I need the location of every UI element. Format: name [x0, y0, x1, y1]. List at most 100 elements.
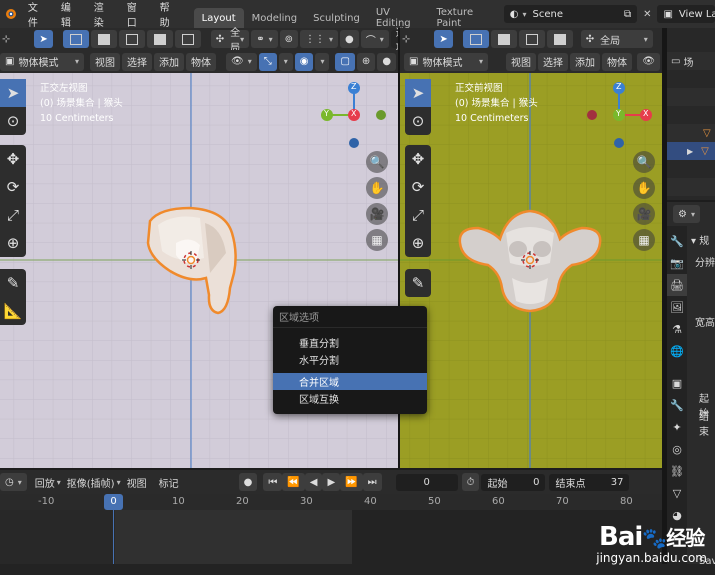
outliner-row[interactable]: ▭ 场	[667, 52, 715, 70]
measure-tool-icon[interactable]: 📐	[0, 297, 26, 325]
proportional-edit-toggle[interactable]: ●	[340, 30, 359, 48]
menu-object[interactable]: 物体	[602, 52, 632, 71]
menu-item-swap-areas[interactable]: 区域互换	[273, 390, 427, 407]
data-tab-icon[interactable]: ▽	[667, 482, 687, 504]
close-scene-icon[interactable]: ✕	[643, 9, 651, 20]
jump-start-button[interactable]: ⏮	[263, 473, 283, 491]
pivot-point-dropdown[interactable]: ⚭ ▾	[251, 30, 278, 48]
shading-wireframe-button[interactable]: ⊕	[356, 52, 376, 71]
grid-projection-icon[interactable]: ▦	[366, 229, 388, 251]
timeline-body[interactable]: -10 10 20 30 40 50 60 70 80 0	[0, 494, 662, 564]
snap-toggle[interactable]: ⊚	[279, 30, 298, 48]
select-tool-button[interactable]: ➤	[434, 30, 453, 48]
gizmo-dropdown[interactable]: ▾	[278, 52, 293, 71]
outliner-row[interactable]	[667, 178, 715, 196]
expand-arrow-icon[interactable]: ▶	[687, 147, 693, 156]
world-tab-icon[interactable]: 🌐	[667, 340, 687, 362]
menu-view[interactable]: 视图	[121, 475, 153, 490]
mode-dropdown[interactable]: ▣ 物体模式 ▾	[404, 52, 488, 71]
menu-add[interactable]: 添加	[570, 52, 600, 71]
play-reverse-button[interactable]: ◀	[304, 473, 323, 491]
camera-icon[interactable]: 🎥	[633, 203, 655, 225]
select-mode-subtract[interactable]	[118, 30, 145, 48]
menu-item-join-areas[interactable]: 合并区域	[273, 373, 427, 390]
menu-view[interactable]: 视图	[89, 52, 120, 71]
menu-add[interactable]: 添加	[153, 52, 184, 71]
cursor-tool-icon[interactable]: ⊙	[0, 107, 26, 135]
select-box-tool-icon[interactable]: ➤	[405, 79, 431, 107]
pan-hand-icon[interactable]: ✋	[633, 177, 655, 199]
end-frame-field[interactable]: 结束点 37	[549, 473, 630, 491]
start-frame-field[interactable]: 起始 0	[481, 473, 546, 491]
camera-icon[interactable]: 🎥	[366, 203, 388, 225]
physics-tab-icon[interactable]: ◎	[667, 438, 687, 460]
outliner-row[interactable]: ▽	[667, 124, 715, 142]
transform-tool-icon[interactable]: ⊕	[405, 229, 431, 257]
modifier-tab-icon[interactable]: 🔧	[667, 394, 687, 416]
menu-keying[interactable]: 抠像(插帧)	[61, 475, 121, 490]
menu-help[interactable]: 帮助	[153, 0, 186, 29]
object-tab-icon[interactable]: ▣	[667, 372, 687, 394]
select-mode-new[interactable]	[462, 30, 489, 48]
menu-object[interactable]: 物体	[185, 52, 216, 71]
outliner-row[interactable]	[667, 88, 715, 106]
navigation-gizmo[interactable]: Z Y X	[318, 79, 390, 151]
mode-dropdown[interactable]: ▣ 物体模式 ▾	[0, 52, 84, 71]
menu-render[interactable]: 渲染	[87, 0, 120, 29]
material-tab-icon[interactable]: ◕	[667, 504, 687, 526]
menu-marker[interactable]: 标记	[153, 475, 185, 490]
select-mode-subtract[interactable]	[518, 30, 545, 48]
render-tab-icon[interactable]: 📷	[667, 252, 687, 274]
outliner-row-selected[interactable]: ▶ ▽	[667, 142, 715, 160]
menu-edit[interactable]: 编辑	[54, 0, 87, 29]
select-tool-button[interactable]: ➤	[34, 30, 53, 48]
select-box-tool-icon[interactable]: ➤	[0, 79, 26, 107]
next-keyframe-button[interactable]: ⏩	[340, 473, 363, 491]
select-mode-intersect[interactable]	[174, 30, 201, 48]
tool-icon[interactable]: ⊹	[402, 34, 410, 45]
select-mode-invert[interactable]	[546, 30, 573, 48]
stopwatch-icon[interactable]: ⏱	[461, 473, 480, 491]
scale-tool-icon[interactable]: ⤢	[405, 201, 431, 229]
blender-logo-icon[interactable]	[0, 3, 21, 25]
pan-hand-icon[interactable]: ✋	[366, 177, 388, 199]
transform-orientation-dropdown[interactable]: ✣ 全局 ▾	[210, 28, 250, 54]
select-mode-invert[interactable]	[146, 30, 173, 48]
select-mode-new[interactable]	[62, 30, 89, 48]
shading-solid-button[interactable]: ●	[377, 52, 397, 71]
move-tool-icon[interactable]: ✥	[0, 145, 26, 173]
constraints-tab-icon[interactable]: ⛓	[667, 460, 687, 482]
xray-toggle[interactable]: ▢	[335, 52, 355, 71]
panel-header-format[interactable]: ▾ 规	[691, 232, 709, 247]
scale-tool-icon[interactable]: ⤢	[0, 201, 26, 229]
outliner-row[interactable]	[667, 106, 715, 124]
annotate-tool-icon[interactable]: ✎	[405, 269, 431, 297]
annotate-tool-icon[interactable]: ✎	[0, 269, 26, 297]
select-mode-extend[interactable]	[490, 30, 517, 48]
rotate-tool-icon[interactable]: ⟳	[405, 173, 431, 201]
viewport-right-ortho[interactable]: 正交前视图 (0) 场景集合 | 猴头 10 Centimeters ➤ ⊙ ✥…	[400, 73, 662, 468]
zoom-icon[interactable]: 🔍	[633, 151, 655, 173]
outliner-row[interactable]	[667, 160, 715, 178]
menu-item-horizontal-split[interactable]: 水平分割	[273, 351, 427, 368]
snap-target-dropdown[interactable]: ⋮⋮ ▾	[299, 30, 338, 48]
tab-modeling[interactable]: Modeling	[244, 8, 306, 28]
overlay-toggle[interactable]: ◉	[294, 52, 314, 71]
move-tool-icon[interactable]: ✥	[405, 145, 431, 173]
properties-panel[interactable]: 🔧 📷 🖨 🖼 ⚗ 🌐 ▣ 🔧 ✦ ◎ ⛓ ▽ ◕ ⚙ ▾ ▾ 规 分辨 宽高 起…	[667, 202, 715, 567]
view-layer-tab-icon[interactable]: 🖼	[667, 296, 687, 318]
falloff-dropdown[interactable]: ⌒ ▾	[360, 30, 389, 48]
menu-select[interactable]: 选择	[121, 52, 152, 71]
view-layer-selector[interactable]: ▣ View Layer	[657, 5, 715, 23]
transform-orientation-dropdown[interactable]: ✣ 全局 ▾	[580, 30, 653, 48]
current-frame-field[interactable]: 0	[395, 473, 458, 491]
grid-projection-icon[interactable]: ▦	[633, 229, 655, 251]
navigation-gizmo[interactable]: Z X Y	[583, 79, 655, 151]
menu-select[interactable]: 选择	[538, 52, 568, 71]
prev-keyframe-button[interactable]: ⏪	[282, 473, 305, 491]
jump-end-button[interactable]: ⏭	[362, 473, 382, 491]
outliner-panel[interactable]: ▭ 场 ▽ ▶ ▽	[667, 28, 715, 200]
visibility-dropdown[interactable]: 👁 ▾	[225, 52, 257, 71]
scene-selector[interactable]: ◐ ▾ Scene ⧉	[503, 5, 638, 23]
record-button[interactable]: ●	[238, 473, 258, 491]
